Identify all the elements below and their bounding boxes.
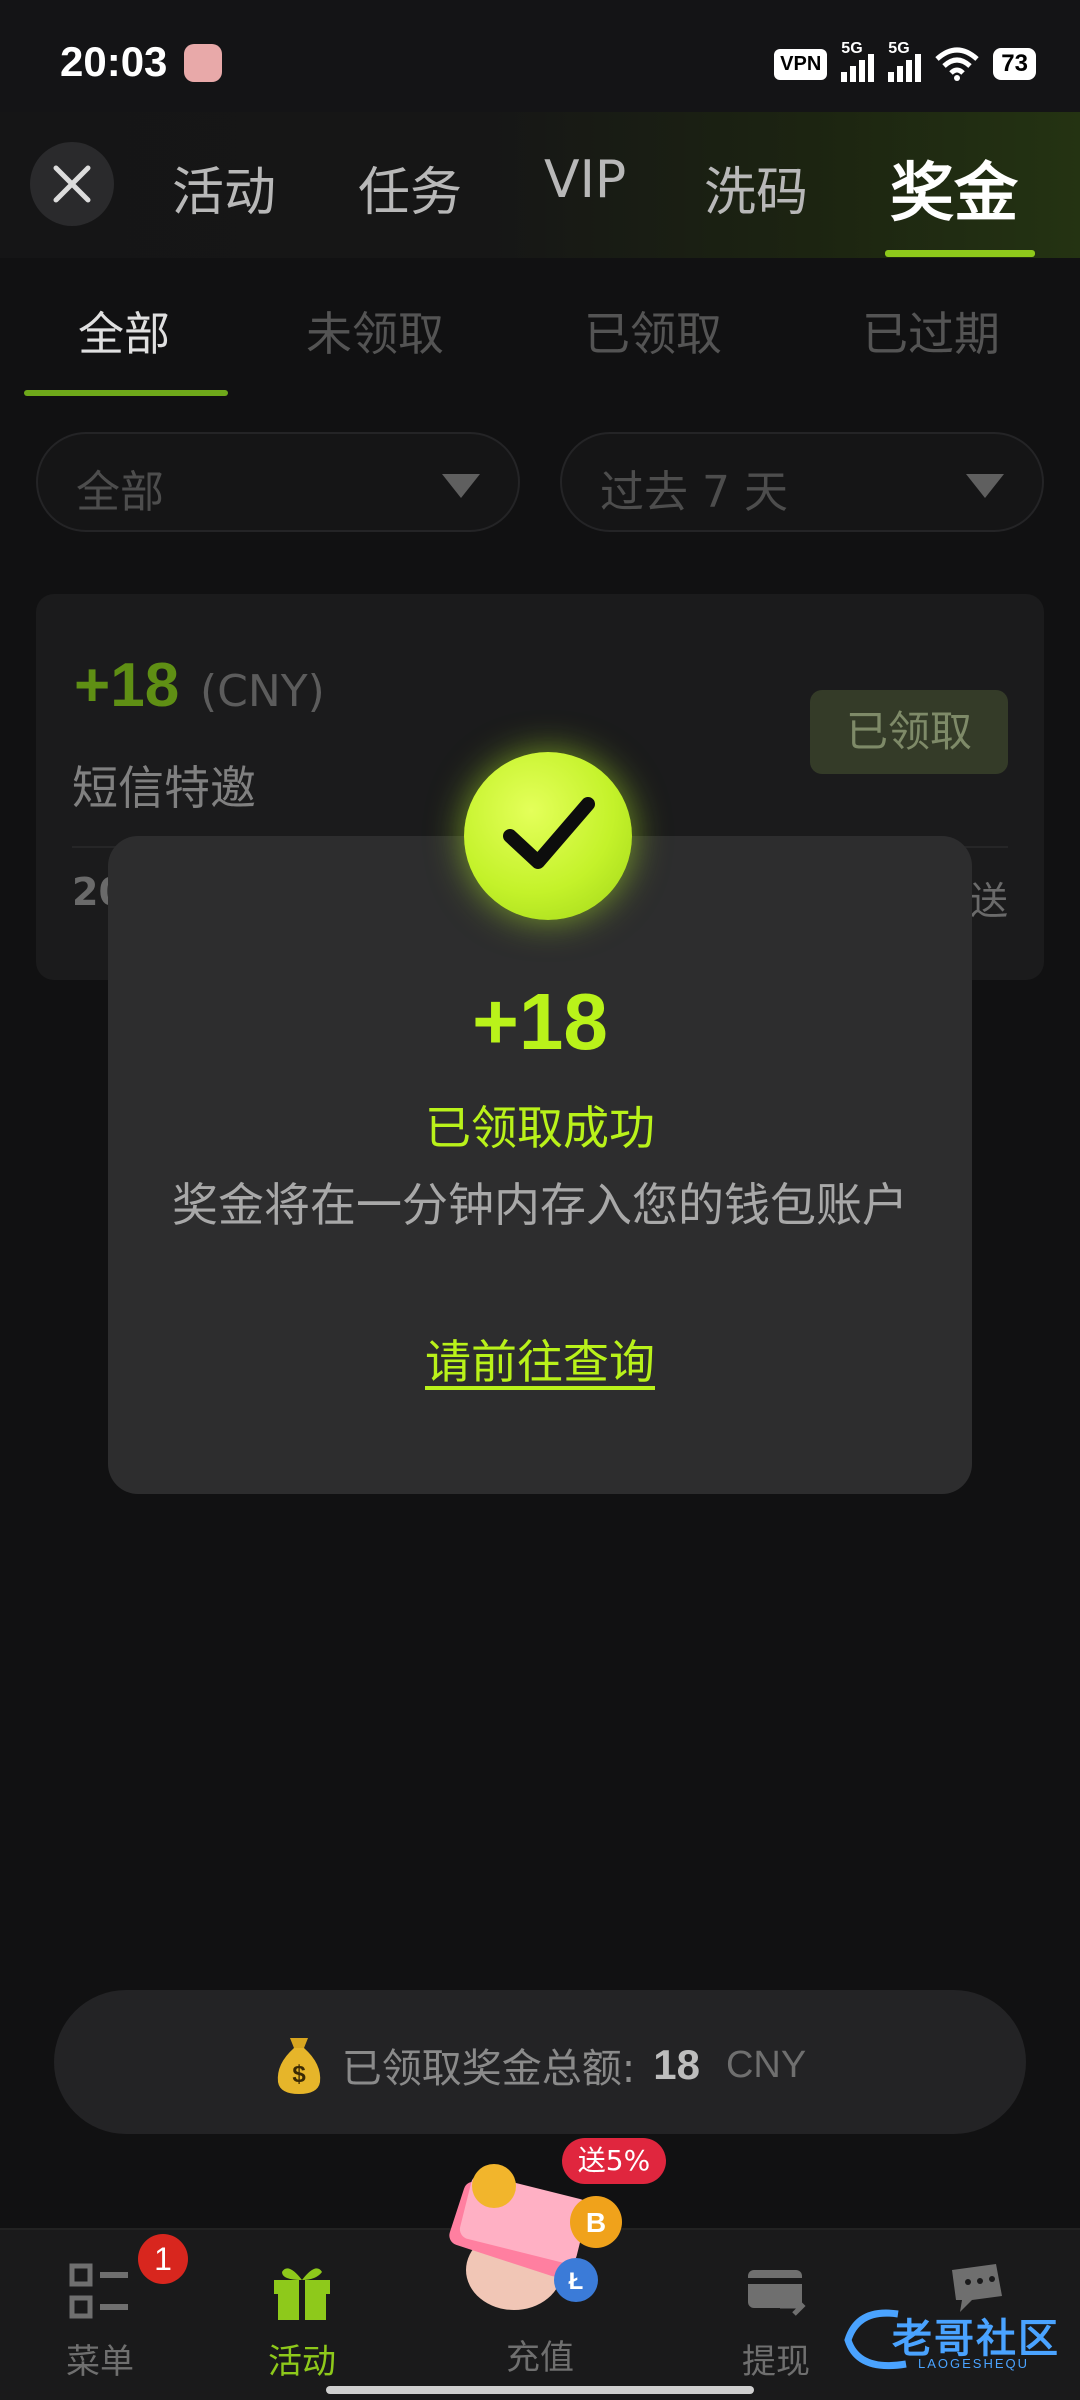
bonus-title: 短信特邀: [72, 761, 256, 815]
subtab-expired[interactable]: 已过期: [862, 298, 1000, 364]
signal-icon: 5G: [841, 40, 875, 82]
svg-text:Ł: Ł: [569, 2268, 584, 2295]
success-dialog: +18 已领取成功 奖金将在一分钟内存入您的钱包账户 请前往查询: [108, 836, 972, 1494]
sub-tabs: 全部 未领取 已领取 已过期: [0, 258, 1080, 398]
signal-icon: 5G: [888, 40, 922, 82]
dialog-description: 奖金将在一分钟内存入您的钱包账户: [172, 1178, 908, 1232]
active-subtab-indicator: [24, 390, 228, 396]
gift-icon: [274, 2268, 330, 2320]
total-currency: CNY: [725, 2043, 807, 2086]
nav-deposit-label: 充值: [506, 2338, 574, 2378]
menu-icon: [69, 2263, 128, 2319]
close-icon: [53, 165, 91, 203]
type-filter-value: 全部: [76, 467, 164, 518]
bonus-type: 送: [969, 879, 1008, 923]
total-claimed-bar: $ 已领取奖金总额: 18 CNY: [54, 1990, 1026, 2134]
top-nav: 活动 任务 VIP 洗码 奖金: [0, 112, 1080, 258]
type-filter-select[interactable]: 全部: [36, 432, 520, 532]
claimed-status-button[interactable]: 已领取: [810, 690, 1008, 774]
status-time: 20:03: [60, 38, 168, 85]
subtab-claimed[interactable]: 已领取: [584, 298, 722, 364]
tab-activity[interactable]: 活动: [172, 150, 276, 225]
tab-tasks[interactable]: 任务: [358, 150, 462, 225]
vpn-icon: VPN: [774, 48, 828, 80]
svg-text:$: $: [292, 2061, 306, 2088]
deposit-promo-badge: 送5%: [562, 2138, 666, 2184]
svg-text:B: B: [586, 2207, 606, 2238]
bonus-amount: +18: [74, 651, 180, 720]
chevron-down-icon: [442, 474, 480, 498]
nav-activity-label: 活动: [268, 2342, 336, 2382]
dialog-amount: +18: [472, 977, 608, 1066]
nav-activity[interactable]: 活动: [232, 2260, 372, 2383]
active-tab-indicator: [885, 250, 1035, 257]
nav-withdraw[interactable]: 提现: [706, 2260, 846, 2383]
bonus-currency: (CNY): [200, 666, 325, 717]
tab-bonus[interactable]: 奖金: [890, 142, 1018, 234]
tab-rebate[interactable]: 洗码: [704, 150, 808, 225]
watermark-subtext: LAOGESHEQU: [918, 2356, 1030, 2371]
watermark-logo: 老哥社区 LAOGESHEQU: [838, 2300, 1068, 2384]
wifi-icon: [935, 47, 979, 81]
home-indicator[interactable]: [326, 2386, 754, 2394]
subtab-all[interactable]: 全部: [78, 298, 170, 364]
close-button[interactable]: [30, 142, 114, 226]
subtab-unclaimed[interactable]: 未领取: [306, 298, 444, 364]
total-label: 已领取奖金总额:: [341, 2046, 636, 2092]
tab-vip[interactable]: VIP: [544, 150, 626, 210]
app-notification-icon: [184, 44, 222, 82]
battery-icon: 73: [993, 48, 1036, 80]
status-bar: 20:03 VPN 5G 5G 73: [0, 0, 1080, 112]
nav-withdraw-label: 提现: [742, 2342, 810, 2382]
nav-menu-label: 菜单: [66, 2342, 134, 2382]
dialog-status: 已领取成功: [425, 1101, 655, 1155]
go-check-link[interactable]: 请前往查询: [108, 1326, 972, 1392]
money-bag-icon: $: [277, 2038, 320, 2094]
period-filter-select[interactable]: 过去 7 天: [560, 432, 1044, 532]
withdraw-icon: [748, 2270, 806, 2316]
total-value: 18: [653, 2041, 700, 2088]
menu-notification-badge: 1: [138, 2234, 188, 2284]
period-filter-value: 过去 7 天: [600, 467, 788, 518]
status-indicators: VPN 5G 5G 73: [774, 40, 1036, 84]
chevron-down-icon: [966, 474, 1004, 498]
success-check-icon: [464, 752, 632, 920]
